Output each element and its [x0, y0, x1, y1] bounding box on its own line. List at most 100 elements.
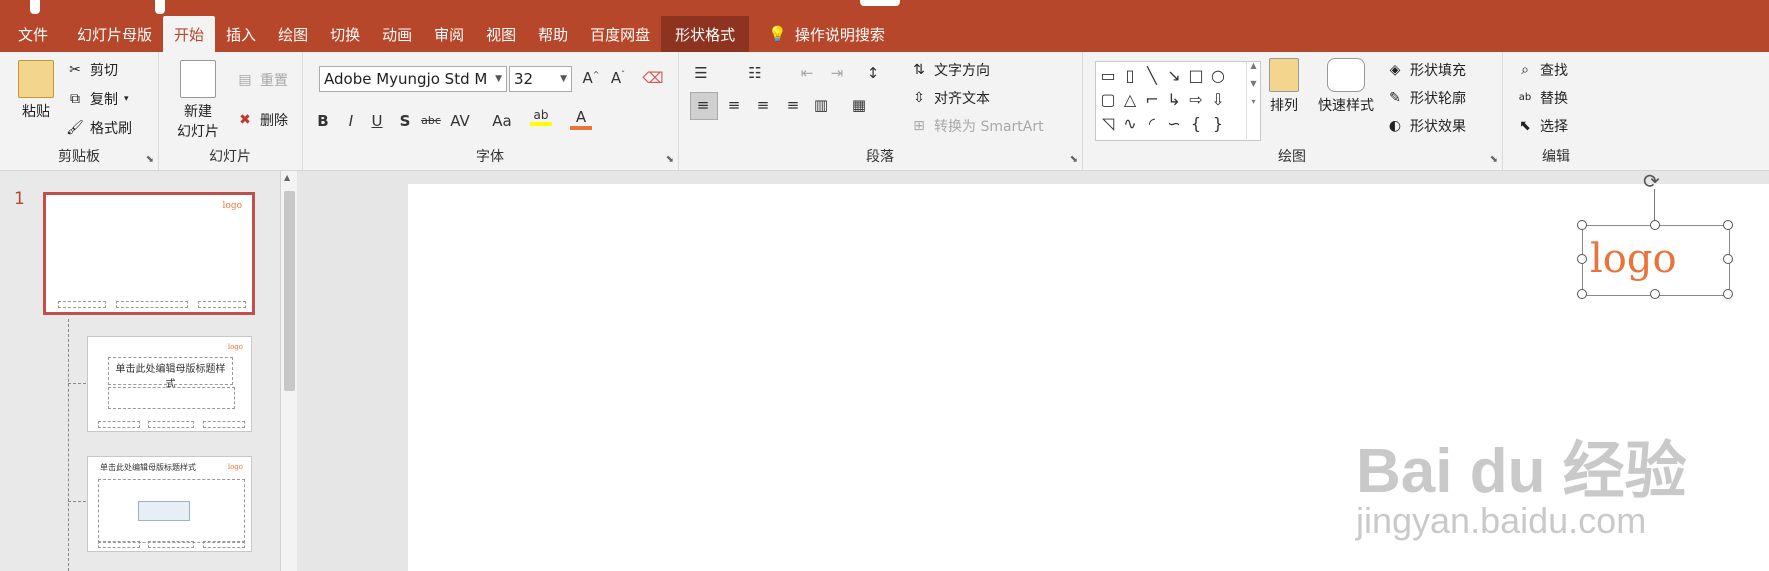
quick-access-icon[interactable] — [155, 0, 165, 14]
resize-handle[interactable] — [1577, 289, 1587, 299]
font-size-select[interactable]: 32 ▼ — [509, 66, 572, 92]
tab-review[interactable]: 审阅 — [423, 16, 475, 52]
resize-handle[interactable] — [1577, 220, 1587, 230]
dialog-launcher-icon[interactable]: ⬊ — [666, 154, 674, 165]
copy-button[interactable]: ⧉ 复制 ▾ — [66, 89, 129, 109]
tab-help[interactable]: 帮助 — [527, 16, 579, 52]
shape-outline-button[interactable]: ✎ 形状轮廓 — [1386, 88, 1466, 108]
resize-handle[interactable] — [1723, 254, 1733, 264]
delete-slide-button[interactable]: ✖ 删除 — [236, 110, 288, 130]
dialog-launcher-icon[interactable]: ⬊ — [146, 154, 154, 165]
tab-draw[interactable]: 绘图 — [267, 16, 319, 52]
tab-animations[interactable]: 动画 — [371, 16, 423, 52]
dialog-launcher-icon[interactable]: ⬊ — [1070, 154, 1078, 165]
tab-view[interactable]: 视图 — [475, 16, 527, 52]
bullets-icon[interactable]: ☰ — [690, 64, 712, 82]
right-arrow-icon[interactable]: ⇨ — [1186, 90, 1206, 109]
tab-home[interactable]: 开始 — [163, 16, 216, 52]
replace-button[interactable]: ab 替换 — [1516, 88, 1568, 108]
align-center-icon[interactable]: ≡ — [723, 96, 745, 114]
resize-handle[interactable] — [1577, 254, 1587, 264]
line-spacing-icon[interactable]: ↕ — [862, 64, 884, 82]
logo-text[interactable]: logo — [1590, 236, 1677, 282]
vertical-textbox-icon[interactable]: ▯ — [1120, 66, 1140, 85]
format-painter-button[interactable]: 🖌 格式刷 — [66, 118, 132, 138]
align-text-button[interactable]: ⇳ 对齐文本 — [910, 88, 990, 108]
arrange-button[interactable]: 排列 — [1262, 58, 1306, 116]
oval-icon[interactable]: ○ — [1208, 66, 1228, 85]
convert-smartart-button[interactable]: ⊞ 转换为 SmartArt — [910, 116, 1044, 136]
arc-icon[interactable]: ◜ — [1142, 114, 1162, 133]
tab-baidu-netdisk[interactable]: 百度网盘 — [579, 16, 661, 52]
tell-me-search[interactable]: 💡 操作说明搜索 — [757, 16, 896, 52]
justify-icon[interactable]: ≡ — [782, 96, 804, 114]
find-button[interactable]: ⌕ 查找 — [1516, 60, 1568, 80]
quick-access-icon[interactable] — [30, 0, 40, 14]
decrease-indent-icon[interactable]: ⇤ — [796, 64, 818, 82]
tab-transitions[interactable]: 切换 — [319, 16, 371, 52]
down-arrow-icon[interactable]: ⇩ — [1208, 90, 1228, 109]
highlight-color-button[interactable]: ab — [530, 108, 552, 126]
tab-shape-format[interactable]: 形状格式 — [661, 16, 750, 52]
rotate-handle-icon[interactable]: ⟳ — [1643, 169, 1660, 193]
character-spacing-button[interactable]: AV — [449, 112, 471, 130]
align-right-icon[interactable]: ≡ — [752, 96, 774, 114]
gallery-scrollbar[interactable]: ▲ ▼ ▾ — [1246, 61, 1260, 139]
cut-button[interactable]: ✂ 剪切 — [66, 60, 118, 80]
shape-effects-button[interactable]: ◐ 形状效果 — [1386, 116, 1466, 136]
bold-button[interactable]: B — [312, 112, 334, 130]
underline-button[interactable]: U — [366, 112, 388, 130]
resize-handle[interactable] — [1650, 220, 1660, 230]
right-brace-icon[interactable]: } — [1208, 114, 1228, 133]
paste-button[interactable]: 粘贴 — [14, 60, 58, 122]
shapes-gallery[interactable]: ▭ ▯ ╲ ↘ □ ○ ▢ △ ⌐ ↳ ⇨ ⇩ ◹ ∿ ◜ ∽ { } — [1095, 61, 1261, 141]
thumbnail-master[interactable]: logo — [43, 192, 255, 315]
tab-file[interactable]: 文件 — [0, 16, 66, 52]
distributed-icon[interactable]: ▥ — [810, 96, 832, 114]
increase-indent-icon[interactable]: ⇥ — [826, 64, 848, 82]
thumbnail-layout-title[interactable]: logo 单击此处编辑母版标题样式 — [87, 336, 252, 432]
grow-font-icon[interactable]: A^ — [580, 69, 602, 87]
text-direction-button[interactable]: ⇅ 文字方向 — [910, 60, 990, 80]
numbering-icon[interactable]: ☷ — [744, 64, 766, 82]
footer-placeholder — [148, 541, 194, 548]
shape-fill-button[interactable]: ◈ 形状填充 — [1386, 60, 1466, 80]
columns-icon[interactable]: ▦ — [848, 96, 870, 114]
reset-button[interactable]: ▤ 重置 — [236, 70, 288, 90]
elbow-arrow-icon[interactable]: ↳ — [1164, 90, 1184, 109]
freeform-icon[interactable]: ◹ — [1098, 114, 1118, 133]
scrollbar-thumb[interactable] — [284, 191, 295, 391]
thumbnail-layout-content[interactable]: logo 单击此处编辑母版标题样式 — [87, 456, 252, 552]
resize-handle[interactable] — [1723, 289, 1733, 299]
tab-slide-master[interactable]: 幻灯片母版 — [66, 16, 163, 52]
resize-handle[interactable] — [1723, 220, 1733, 230]
new-slide-button[interactable]: 新建 幻灯片 — [170, 60, 226, 142]
line-icon[interactable]: ╲ — [1142, 66, 1162, 85]
font-color-button[interactable]: A — [570, 108, 592, 130]
elbow-connector-icon[interactable]: ⌐ — [1142, 90, 1162, 109]
scribble-icon[interactable]: ∿ — [1120, 114, 1140, 133]
tab-insert[interactable]: 插入 — [215, 16, 267, 52]
thumbnail-scrollbar[interactable]: ▲ — [280, 171, 298, 571]
quick-styles-label: 快速样式 — [1318, 98, 1374, 114]
quick-styles-button[interactable]: 快速样式 — [1314, 58, 1378, 116]
curve-icon[interactable]: ∽ — [1164, 114, 1184, 133]
change-case-button[interactable]: Aa — [491, 112, 513, 130]
strikethrough-button[interactable]: abc — [420, 114, 442, 127]
shadow-button[interactable]: S — [394, 112, 416, 130]
triangle-icon[interactable]: △ — [1120, 90, 1140, 109]
textbox-icon[interactable]: ▭ — [1098, 66, 1118, 85]
clear-format-icon[interactable]: ⌫ — [642, 69, 664, 87]
dialog-launcher-icon[interactable]: ⬊ — [1490, 154, 1498, 165]
rounded-rectangle-icon[interactable]: ▢ — [1098, 90, 1118, 109]
select-button[interactable]: ⬉ 选择 — [1516, 116, 1568, 136]
italic-button[interactable]: I — [340, 112, 362, 130]
shrink-font-icon[interactable]: Aˇ — [607, 69, 629, 87]
font-name-select[interactable]: Adobe Myungjo Std M ▼ — [319, 66, 507, 92]
resize-handle[interactable] — [1650, 289, 1660, 299]
arrow-line-icon[interactable]: ↘ — [1164, 66, 1184, 85]
rectangle-icon[interactable]: □ — [1186, 66, 1206, 85]
scroll-up-icon[interactable]: ▲ — [284, 173, 290, 182]
shape-effects-label: 形状效果 — [1410, 119, 1466, 135]
left-brace-icon[interactable]: { — [1186, 114, 1206, 133]
